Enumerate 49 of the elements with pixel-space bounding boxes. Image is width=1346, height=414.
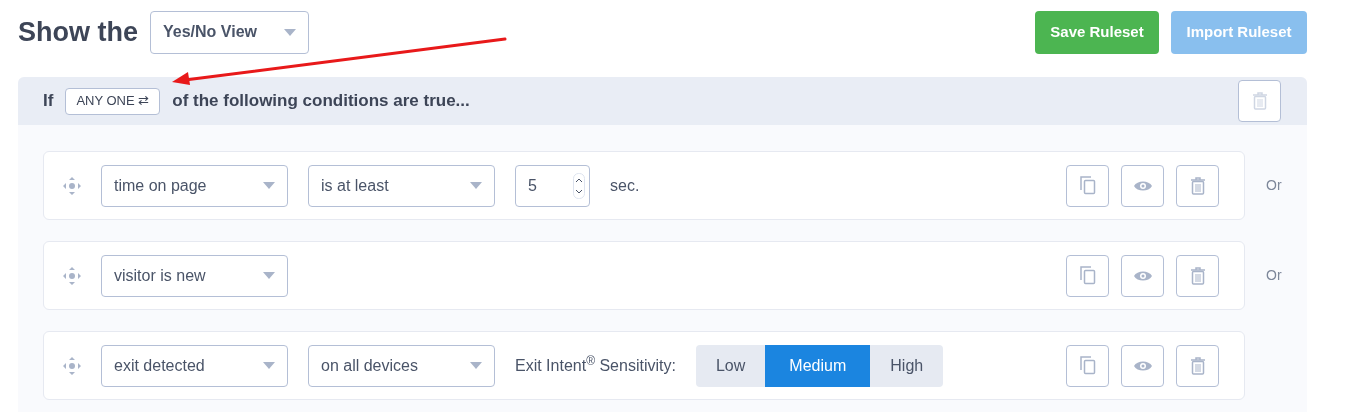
or-label: Or bbox=[1266, 176, 1282, 195]
drag-handle-icon[interactable] bbox=[63, 356, 81, 375]
dropdown[interactable]: time on page bbox=[101, 164, 288, 207]
or-label: Or bbox=[1266, 266, 1282, 285]
delete-button[interactable] bbox=[1176, 344, 1219, 387]
copy-button[interactable] bbox=[1066, 254, 1109, 297]
page-title: Show the bbox=[18, 15, 138, 49]
trash-icon bbox=[1189, 356, 1206, 375]
view-dropdown[interactable]: Yes/No View bbox=[150, 10, 309, 54]
match-toggle[interactable]: ANY ONE ⇄ bbox=[65, 87, 161, 115]
caret-icon bbox=[470, 182, 482, 189]
copy-icon bbox=[1079, 356, 1096, 375]
caret-icon bbox=[470, 362, 482, 369]
dropdown[interactable]: visitor is new bbox=[101, 254, 288, 297]
number-value: 5 bbox=[528, 175, 537, 196]
caret-icon bbox=[284, 28, 296, 36]
field-label: Exit Intent$^{®}$ Sensitivity: bbox=[515, 353, 676, 376]
drag-handle-icon[interactable] bbox=[63, 176, 81, 195]
spinner-icon[interactable] bbox=[573, 172, 585, 199]
dropdown[interactable]: on all devices bbox=[308, 344, 495, 387]
trash-icon bbox=[1251, 92, 1268, 110]
caret-icon bbox=[263, 362, 275, 369]
drag-handle-icon[interactable] bbox=[63, 266, 81, 285]
delete-button[interactable] bbox=[1176, 254, 1219, 297]
copy-icon bbox=[1079, 266, 1096, 285]
condition-sentence: of the following conditions are true... bbox=[172, 90, 470, 113]
sensitivity-option[interactable]: Medium bbox=[765, 344, 871, 387]
delete-group-button[interactable] bbox=[1238, 80, 1281, 122]
preview-button[interactable] bbox=[1121, 254, 1164, 297]
eye-icon bbox=[1133, 269, 1152, 282]
field-label: sec. bbox=[610, 175, 640, 196]
eye-icon bbox=[1133, 179, 1152, 192]
caret-icon bbox=[263, 272, 275, 279]
sensitivity-option[interactable]: Low bbox=[695, 344, 766, 387]
eye-icon bbox=[1133, 359, 1152, 372]
preview-button[interactable] bbox=[1121, 344, 1164, 387]
delete-button[interactable] bbox=[1176, 164, 1219, 207]
trash-icon bbox=[1189, 176, 1206, 195]
copy-button[interactable] bbox=[1066, 344, 1109, 387]
if-label: If bbox=[43, 90, 54, 113]
preview-button[interactable] bbox=[1121, 164, 1164, 207]
dropdown[interactable]: is at least bbox=[308, 164, 495, 207]
copy-button[interactable] bbox=[1066, 164, 1109, 207]
dropdown[interactable]: exit detected bbox=[101, 344, 288, 387]
number-field[interactable]: 5 bbox=[515, 164, 590, 207]
sensitivity-option[interactable]: High bbox=[870, 344, 944, 387]
caret-icon bbox=[263, 182, 275, 189]
copy-icon bbox=[1079, 176, 1096, 195]
trash-icon bbox=[1189, 266, 1206, 285]
